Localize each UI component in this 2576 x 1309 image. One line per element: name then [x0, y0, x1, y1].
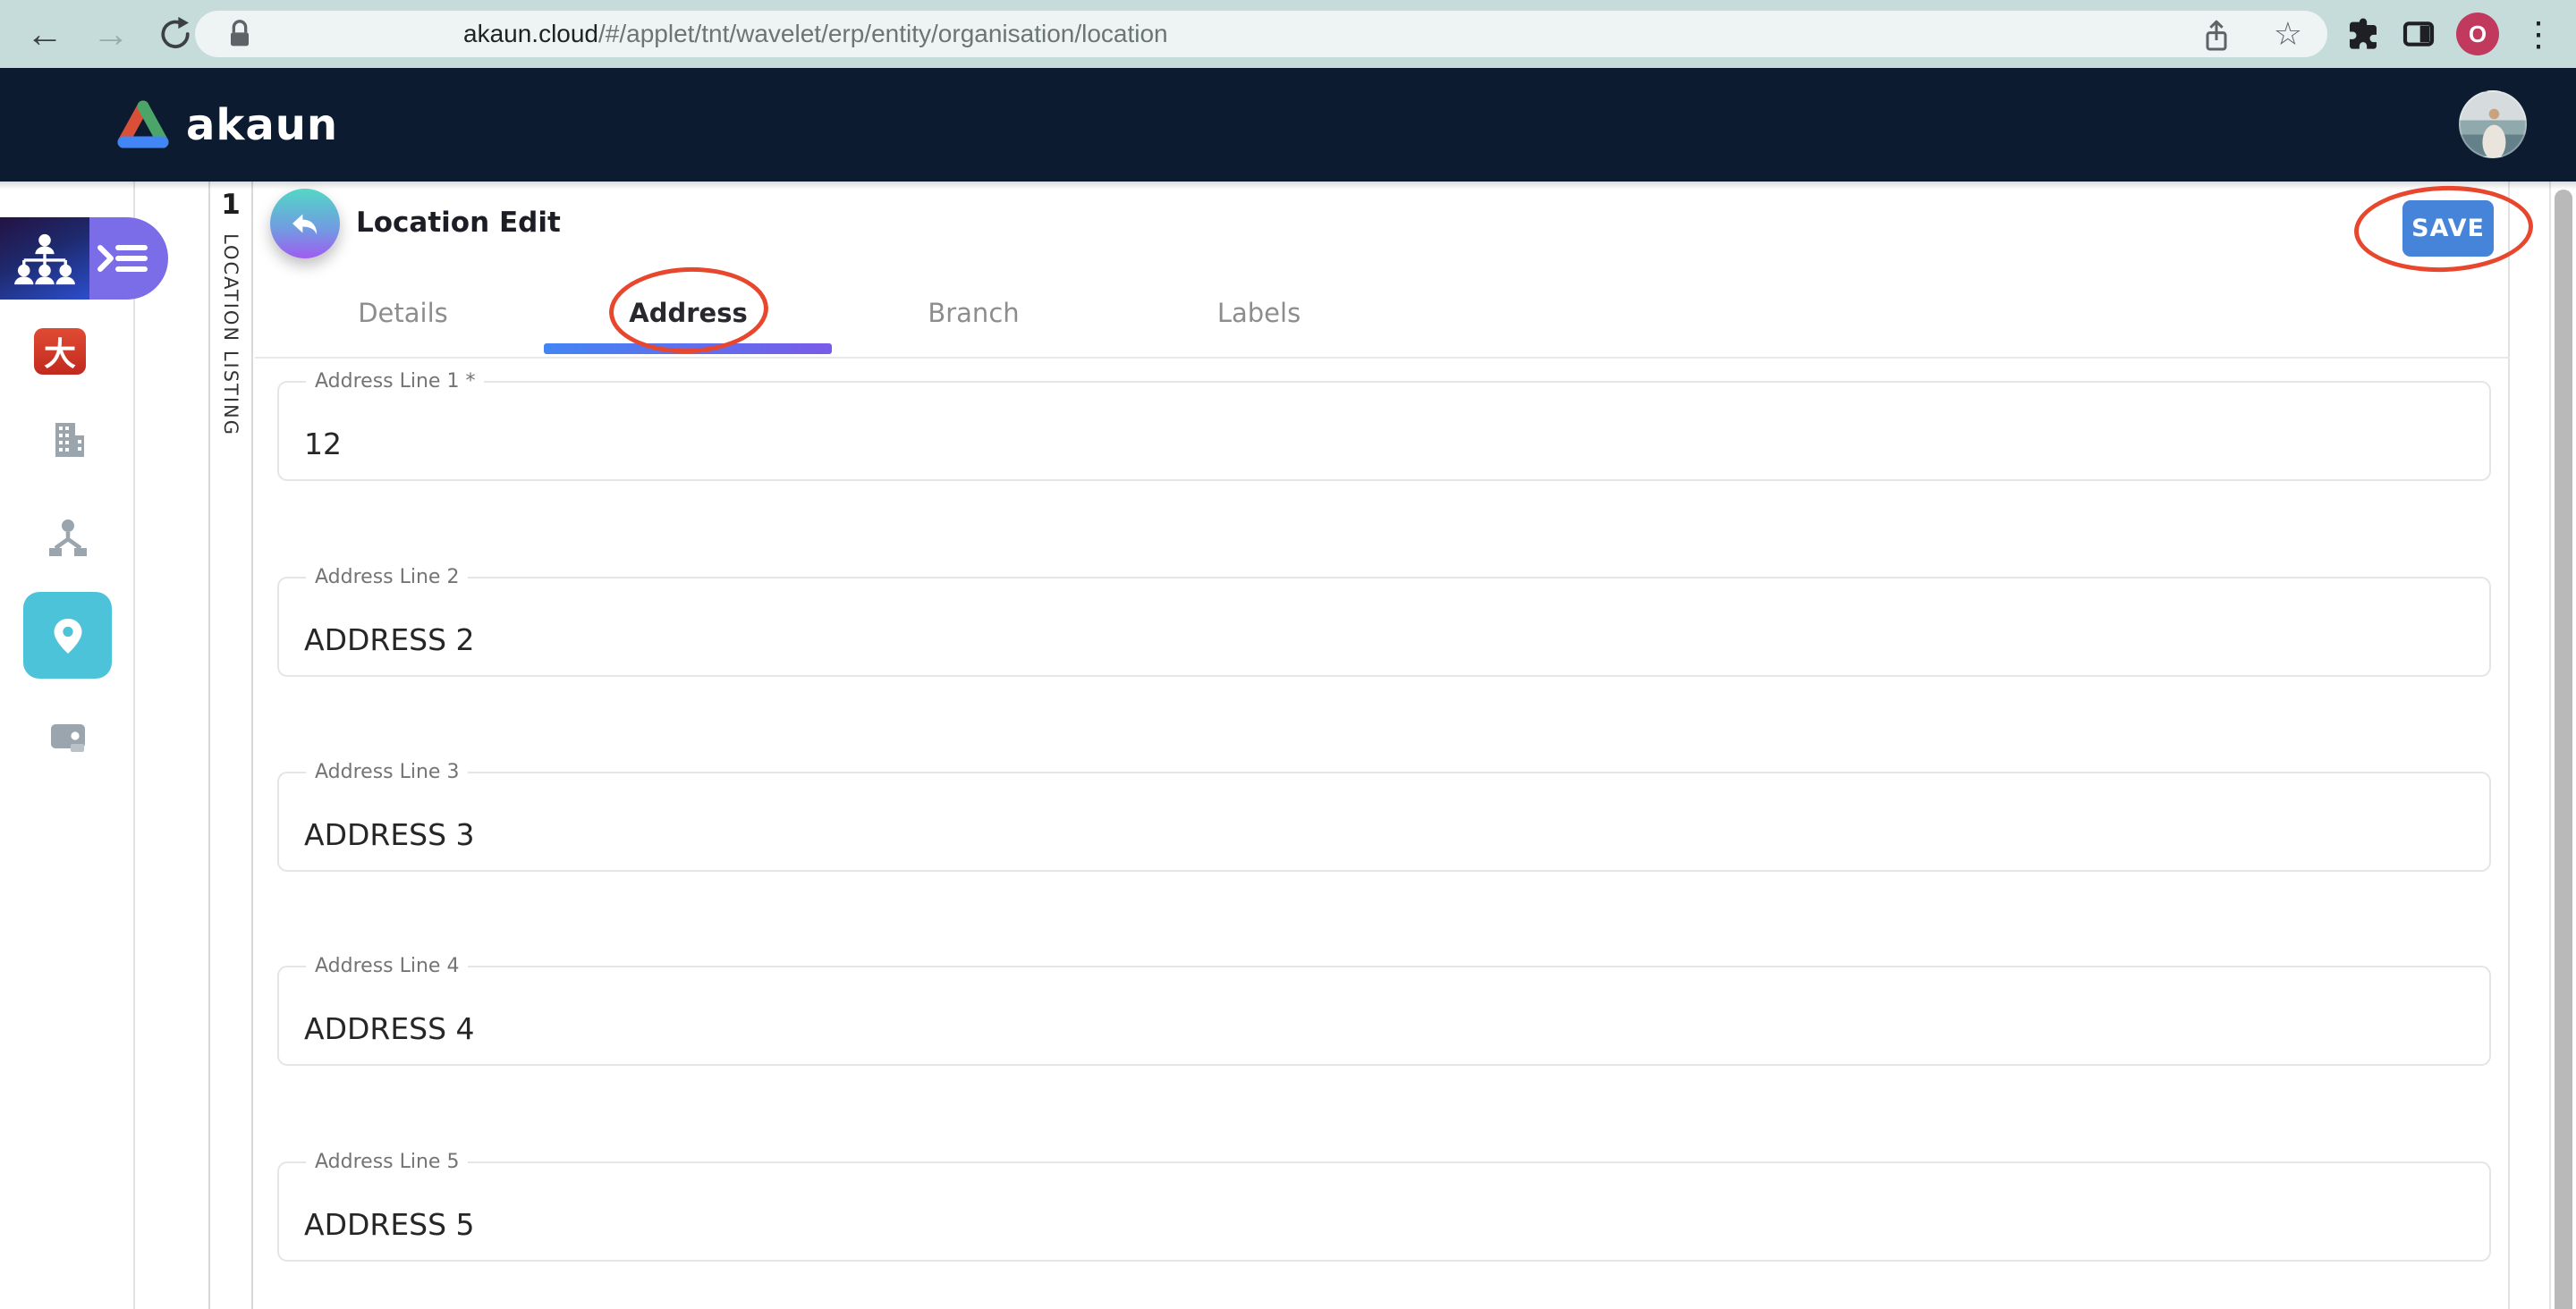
- browser-refresh-icon[interactable]: [150, 0, 200, 68]
- tabs-divider: [255, 357, 2510, 359]
- field-label: Address Line 2: [306, 566, 469, 588]
- address-line-4-input[interactable]: [304, 1007, 2451, 1050]
- org-chart-icon: [14, 233, 75, 285]
- sidebar-item-hierarchy[interactable]: [0, 516, 135, 559]
- dai-glyph-icon: 大: [43, 336, 76, 373]
- location-edit-panel: Location Edit SAVE Details Address Branc…: [255, 182, 2535, 1309]
- sidebar-item-organisation-applet[interactable]: [0, 217, 89, 300]
- logo-text: akaun: [186, 99, 339, 150]
- save-button[interactable]: SAVE: [2402, 200, 2494, 257]
- applet-expand-button[interactable]: [89, 217, 168, 300]
- browser-menu-icon[interactable]: ⋮: [2521, 0, 2556, 68]
- expand-menu-icon: [97, 245, 148, 272]
- right-gutter-divider: [2549, 182, 2551, 1309]
- page-title: Location Edit: [356, 207, 561, 239]
- browser-back-icon[interactable]: ←: [20, 0, 70, 68]
- side-panel-icon[interactable]: [2401, 16, 2436, 52]
- field-label: Address Line 3: [306, 761, 469, 783]
- url-text[interactable]: akaun.cloud/#/applet/tnt/wavelet/erp/ent…: [463, 11, 1168, 57]
- rail-label: LOCATION LISTING: [220, 233, 242, 437]
- field-address-line-2: Address Line 2: [277, 566, 2491, 677]
- field-address-line-1: Address Line 1 *: [277, 370, 2491, 481]
- wallet-icon: [50, 724, 85, 752]
- sidebar-item-entity[interactable]: [0, 418, 135, 460]
- browser-profile-badge[interactable]: O: [2456, 13, 2499, 55]
- app-header: akaun: [0, 68, 2576, 182]
- address-line-3-input[interactable]: [304, 813, 2451, 856]
- field-address-line-5: Address Line 5: [277, 1151, 2491, 1262]
- refresh-icon: [161, 16, 190, 48]
- lock-icon: [231, 20, 249, 46]
- tab-labels[interactable]: Labels: [1116, 268, 1402, 358]
- sitemap-icon: [48, 519, 87, 556]
- address-line-1-input[interactable]: [304, 422, 2451, 465]
- sidebar-item-location[interactable]: [23, 592, 112, 679]
- address-line-5-input[interactable]: [304, 1203, 2451, 1246]
- url-path: /#/applet/tnt/wavelet/erp/entity/organis…: [598, 20, 1168, 47]
- page-scrollbar[interactable]: [2555, 190, 2572, 1309]
- address-line-2-input[interactable]: [304, 618, 2451, 661]
- active-tab-underline: [544, 343, 832, 354]
- field-label: Address Line 4: [306, 955, 469, 977]
- browser-forward-icon[interactable]: →: [86, 0, 136, 68]
- bookmark-star-icon[interactable]: ☆: [2274, 11, 2302, 57]
- user-avatar[interactable]: [2459, 90, 2527, 158]
- sidebar-item-red-app[interactable]: 大: [34, 328, 86, 375]
- browser-chrome: ← → akaun.cloud/#/applet/tnt/wavelet/erp…: [0, 0, 2576, 68]
- field-label: Address Line 1 *: [306, 370, 485, 393]
- location-listing-rail-tab[interactable]: 1 LOCATION LISTING: [208, 182, 253, 1309]
- location-pin-icon: [54, 618, 81, 654]
- field-address-line-4: Address Line 4: [277, 955, 2491, 1066]
- back-button[interactable]: [270, 189, 340, 258]
- extensions-puzzle-icon[interactable]: [2345, 16, 2381, 52]
- back-arrow-icon: [292, 214, 318, 235]
- tab-details[interactable]: Details: [260, 268, 546, 358]
- tab-branch[interactable]: Branch: [831, 268, 1116, 358]
- rail-count-badge: 1: [221, 189, 241, 221]
- akaun-triangle-icon: [117, 100, 169, 148]
- akaun-logo: akaun: [114, 68, 338, 182]
- building-icon: [55, 423, 84, 457]
- sidebar-item-wallet[interactable]: [0, 714, 135, 757]
- url-host: akaun.cloud: [463, 20, 599, 47]
- share-icon[interactable]: [2199, 18, 2234, 54]
- field-address-line-3: Address Line 3: [277, 761, 2491, 872]
- field-label: Address Line 5: [306, 1151, 469, 1173]
- app-sidebar: 大: [0, 182, 168, 1309]
- url-bar[interactable]: akaun.cloud/#/applet/tnt/wavelet/erp/ent…: [195, 11, 2327, 57]
